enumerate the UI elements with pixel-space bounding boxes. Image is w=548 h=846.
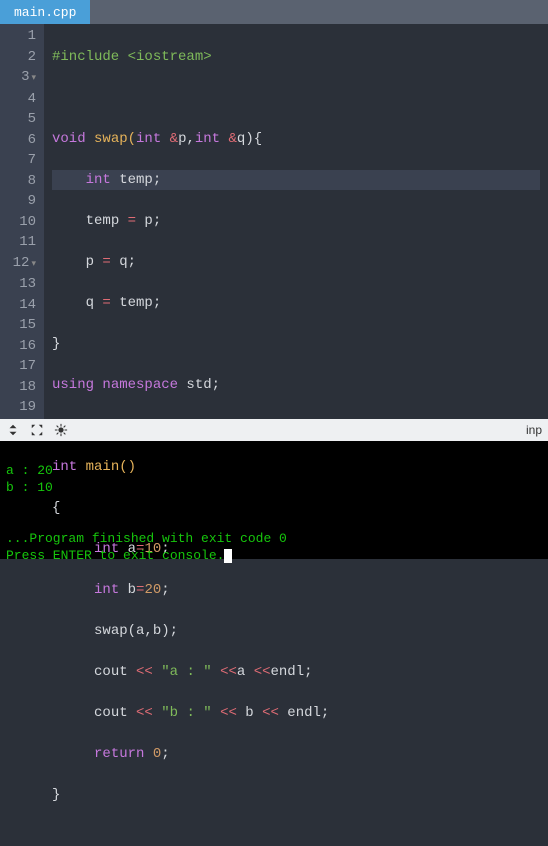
line-number: 7 xyxy=(4,150,36,171)
line-number: 4 xyxy=(4,89,36,110)
line-number[interactable]: 3 xyxy=(4,67,36,89)
line-number: 2 xyxy=(4,47,36,68)
console-line: a : 20 xyxy=(6,463,53,478)
line-number: 16 xyxy=(4,336,36,357)
line-number: 13 xyxy=(4,274,36,295)
line-number: 11 xyxy=(4,232,36,253)
line-number: 8 xyxy=(4,171,36,192)
debug-icon[interactable] xyxy=(54,423,68,437)
line-number: 17 xyxy=(4,356,36,377)
tab-bar: main.cpp xyxy=(0,0,548,24)
line-number: 18 xyxy=(4,377,36,398)
line-number: 5 xyxy=(4,109,36,130)
line-number: 9 xyxy=(4,191,36,212)
line-number: 6 xyxy=(4,130,36,151)
console-line: Press ENTER to exit console. xyxy=(6,548,224,563)
line-number: 10 xyxy=(4,212,36,233)
code-area[interactable]: #include <iostream> void swap(int &p,int… xyxy=(44,24,548,419)
line-number: 14 xyxy=(4,295,36,316)
line-number: 19 xyxy=(4,397,36,418)
collapse-icon[interactable] xyxy=(6,423,20,437)
line-number: 15 xyxy=(4,315,36,336)
tab-label: main.cpp xyxy=(14,5,76,20)
console-line: ...Program finished with exit code 0 xyxy=(6,531,287,546)
tab-main-cpp[interactable]: main.cpp xyxy=(0,0,90,24)
console-line: b : 10 xyxy=(6,480,53,495)
cursor xyxy=(224,549,232,563)
input-label: inp xyxy=(526,423,542,437)
line-number-gutter: 1 2 3 4 5 6 7 8 9 10 11 12 13 14 15 16 1… xyxy=(0,24,44,419)
expand-icon[interactable] xyxy=(30,423,44,437)
code-editor: 1 2 3 4 5 6 7 8 9 10 11 12 13 14 15 16 1… xyxy=(0,24,548,419)
line-number: 1 xyxy=(4,26,36,47)
line-number[interactable]: 12 xyxy=(4,253,36,275)
